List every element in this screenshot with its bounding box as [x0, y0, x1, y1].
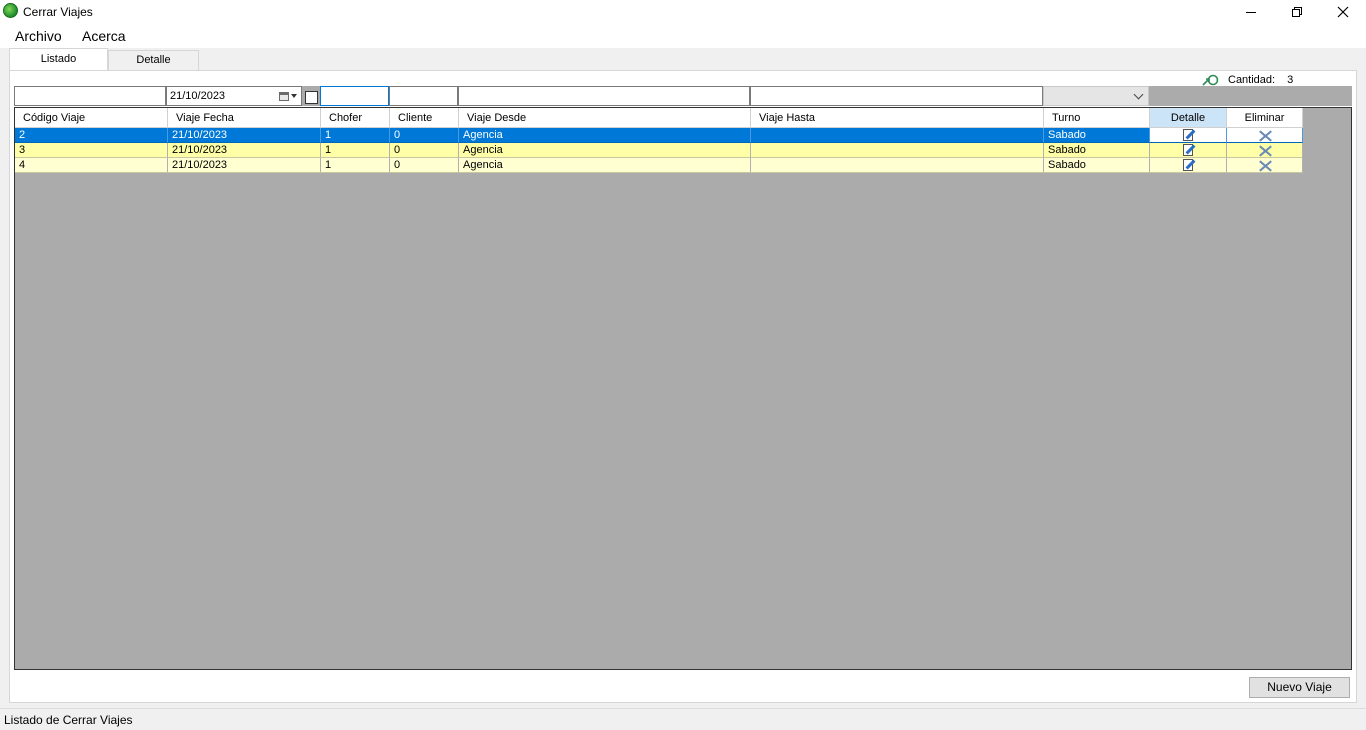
- cell-hasta[interactable]: [751, 158, 1044, 173]
- edit-icon[interactable]: [1182, 143, 1196, 157]
- cell-turno[interactable]: Sabado: [1044, 143, 1150, 158]
- cell-hasta[interactable]: [751, 128, 1044, 143]
- globe-icon: [3, 3, 18, 18]
- delete-icon[interactable]: [1258, 159, 1272, 172]
- status-text: Listado de Cerrar Viajes: [4, 713, 133, 727]
- column-header-codigo[interactable]: Código Viaje: [15, 108, 168, 128]
- tab-detalle[interactable]: Detalle: [108, 50, 199, 71]
- cell-chofer[interactable]: 1: [321, 128, 390, 143]
- column-header-hasta[interactable]: Viaje Hasta: [751, 108, 1044, 128]
- chevron-down-icon: [291, 94, 297, 98]
- menu-archivo[interactable]: Archivo: [15, 28, 62, 44]
- column-header-desde[interactable]: Viaje Desde: [459, 108, 751, 128]
- cell-fecha[interactable]: 21/10/2023: [168, 158, 321, 173]
- close-button[interactable]: [1320, 0, 1366, 24]
- status-bar: Listado de Cerrar Viajes: [0, 708, 1366, 730]
- cell-desde[interactable]: Agencia: [459, 128, 751, 143]
- close-icon: [1337, 6, 1349, 18]
- cell-fecha[interactable]: 21/10/2023: [168, 143, 321, 158]
- cantidad-value: 3: [1287, 74, 1294, 86]
- window-title: Cerrar Viajes: [23, 5, 93, 19]
- edit-icon[interactable]: [1182, 128, 1196, 142]
- delete-icon[interactable]: [1258, 144, 1272, 157]
- cell-codigo[interactable]: 4: [15, 158, 168, 173]
- cell-codigo[interactable]: 2: [15, 128, 168, 143]
- filter-codigo-input[interactable]: [14, 86, 166, 106]
- calendar-icon: [279, 91, 289, 101]
- column-header-chofer[interactable]: Chofer: [321, 108, 390, 128]
- refresh-icon: [1202, 74, 1219, 86]
- cell-eliminar[interactable]: [1227, 128, 1303, 143]
- filter-chofer-input[interactable]: [320, 86, 389, 106]
- filter-fecha-picker[interactable]: 21/10/2023: [166, 86, 302, 106]
- cell-desde[interactable]: Agencia: [459, 158, 751, 173]
- cell-chofer[interactable]: 1: [321, 158, 390, 173]
- column-header-turno[interactable]: Turno: [1044, 108, 1150, 128]
- cell-detalle[interactable]: [1150, 143, 1227, 158]
- restore-icon: [1292, 7, 1302, 17]
- cell-cliente[interactable]: 0: [390, 158, 459, 173]
- filter-fecha-checkbox[interactable]: [305, 91, 318, 104]
- date-dropdown-button[interactable]: [279, 90, 299, 102]
- filter-turno-select[interactable]: [1043, 86, 1149, 106]
- filter-cliente-input[interactable]: [389, 86, 458, 106]
- title-bar: Cerrar Viajes: [0, 0, 1366, 24]
- cell-turno[interactable]: Sabado: [1044, 158, 1150, 173]
- column-header-detalle[interactable]: Detalle: [1150, 108, 1227, 128]
- cell-hasta[interactable]: [751, 143, 1044, 158]
- chevron-down-icon: [1133, 89, 1144, 100]
- filter-bar: 21/10/2023: [14, 86, 1352, 106]
- tab-listado[interactable]: Listado: [9, 48, 108, 70]
- cell-eliminar[interactable]: [1227, 158, 1303, 173]
- cell-detalle[interactable]: [1150, 128, 1227, 143]
- cell-cliente[interactable]: 0: [390, 128, 459, 143]
- cell-fecha[interactable]: 21/10/2023: [168, 128, 321, 143]
- cantidad-label: Cantidad:: [1228, 74, 1276, 86]
- column-header-cliente[interactable]: Cliente: [390, 108, 459, 128]
- minimize-button[interactable]: [1228, 0, 1274, 24]
- restore-button[interactable]: [1274, 0, 1320, 24]
- cell-desde[interactable]: Agencia: [459, 143, 751, 158]
- cell-codigo[interactable]: 3: [15, 143, 168, 158]
- column-header-fecha[interactable]: Viaje Fecha: [168, 108, 321, 128]
- edit-icon[interactable]: [1182, 158, 1196, 172]
- filter-desde-input[interactable]: [458, 86, 750, 106]
- column-header-eliminar[interactable]: Eliminar: [1227, 108, 1303, 128]
- data-grid: Código Viaje Viaje Fecha Chofer Cliente …: [14, 107, 1352, 670]
- minimize-icon: [1246, 11, 1256, 13]
- nuevo-viaje-button[interactable]: Nuevo Viaje: [1249, 677, 1350, 698]
- cell-cliente[interactable]: 0: [390, 143, 459, 158]
- menu-bar: Archivo Acerca: [0, 24, 1366, 48]
- delete-icon[interactable]: [1258, 129, 1272, 142]
- cell-eliminar[interactable]: [1227, 143, 1303, 158]
- filter-fecha-value: 21/10/2023: [170, 90, 226, 102]
- menu-acerca[interactable]: Acerca: [82, 28, 126, 44]
- cell-turno[interactable]: Sabado: [1044, 128, 1150, 143]
- cell-chofer[interactable]: 1: [321, 143, 390, 158]
- filter-hasta-input[interactable]: [750, 86, 1043, 106]
- cell-detalle[interactable]: [1150, 158, 1227, 173]
